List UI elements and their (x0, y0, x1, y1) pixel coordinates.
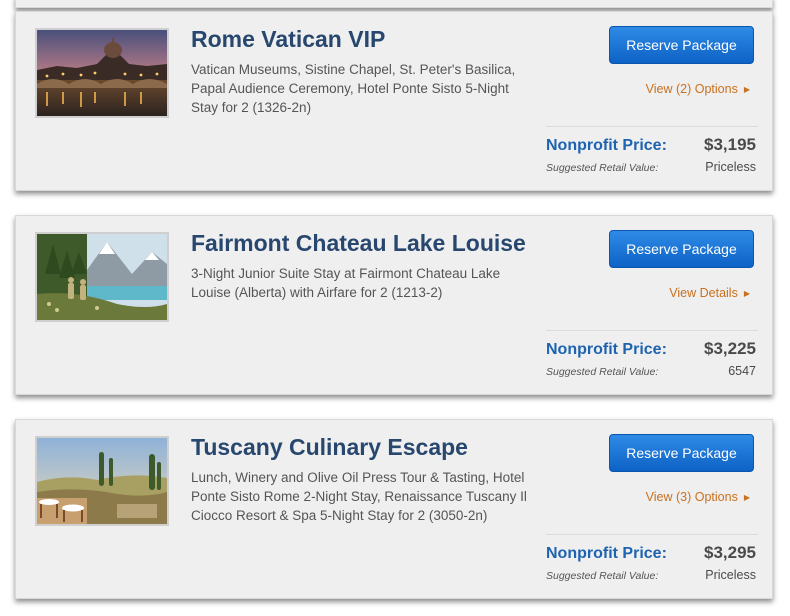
reserve-package-button[interactable]: Reserve Package (609, 434, 754, 472)
retail-value-label: Suggested Retail Value: (546, 162, 659, 174)
view-details-link[interactable]: View Details ▶ (669, 286, 750, 300)
package-image-tuscany[interactable] (35, 436, 169, 526)
nonprofit-price-label: Nonprofit Price: (546, 545, 667, 562)
caret-right-icon: ▶ (743, 289, 750, 298)
package-image-rome[interactable] (35, 28, 169, 118)
previous-package-card (15, 0, 773, 8)
nonprofit-price-label: Nonprofit Price: (546, 341, 667, 358)
package-card: Fairmont Chateau Lake Louise 3-Night Jun… (15, 215, 773, 395)
package-card: Tuscany Culinary Escape Lunch, Winery an… (15, 419, 773, 599)
view-options-label: View (3) Options (645, 490, 738, 504)
caret-right-icon: ▶ (743, 493, 750, 502)
retail-value-label: Suggested Retail Value: (546, 366, 659, 378)
package-description: Lunch, Winery and Olive Oil Press Tour &… (191, 470, 527, 523)
nonprofit-price-value: $3,195 (704, 135, 756, 154)
reserve-package-button[interactable]: Reserve Package (609, 26, 754, 64)
retail-value: Priceless (705, 160, 756, 174)
rome-vatican-photo (37, 30, 167, 116)
reserve-package-button[interactable]: Reserve Package (609, 230, 754, 268)
nonprofit-price-value: $3,295 (704, 543, 756, 562)
view-options-link[interactable]: View (2) Options ▶ (646, 82, 750, 96)
package-title[interactable]: Fairmont Chateau Lake Louise (191, 230, 526, 257)
divider (546, 330, 758, 331)
divider (546, 534, 758, 535)
retail-value-label: Suggested Retail Value: (546, 570, 659, 582)
retail-value: 6547 (728, 364, 756, 378)
lake-louise-photo (37, 234, 167, 320)
caret-right-icon: ▶ (743, 85, 750, 94)
package-card: Rome Vatican VIP Vatican Museums, Sistin… (15, 11, 773, 191)
package-list: Rome Vatican VIP Vatican Museums, Sistin… (0, 0, 790, 616)
nonprofit-price-value: $3,225 (704, 339, 756, 358)
package-description: 3-Night Junior Suite Stay at Fairmont Ch… (191, 266, 501, 300)
view-options-link[interactable]: View (3) Options ▶ (646, 490, 750, 504)
divider (546, 126, 758, 127)
tuscany-photo (37, 438, 167, 524)
view-details-label: View Details (669, 286, 738, 300)
nonprofit-price-label: Nonprofit Price: (546, 137, 667, 154)
package-description: Vatican Museums, Sistine Chapel, St. Pet… (191, 62, 516, 115)
retail-value: Priceless (705, 568, 756, 582)
package-title[interactable]: Tuscany Culinary Escape (191, 434, 468, 461)
package-title[interactable]: Rome Vatican VIP (191, 26, 385, 53)
package-image-lake-louise[interactable] (35, 232, 169, 322)
view-options-label: View (2) Options (645, 82, 738, 96)
